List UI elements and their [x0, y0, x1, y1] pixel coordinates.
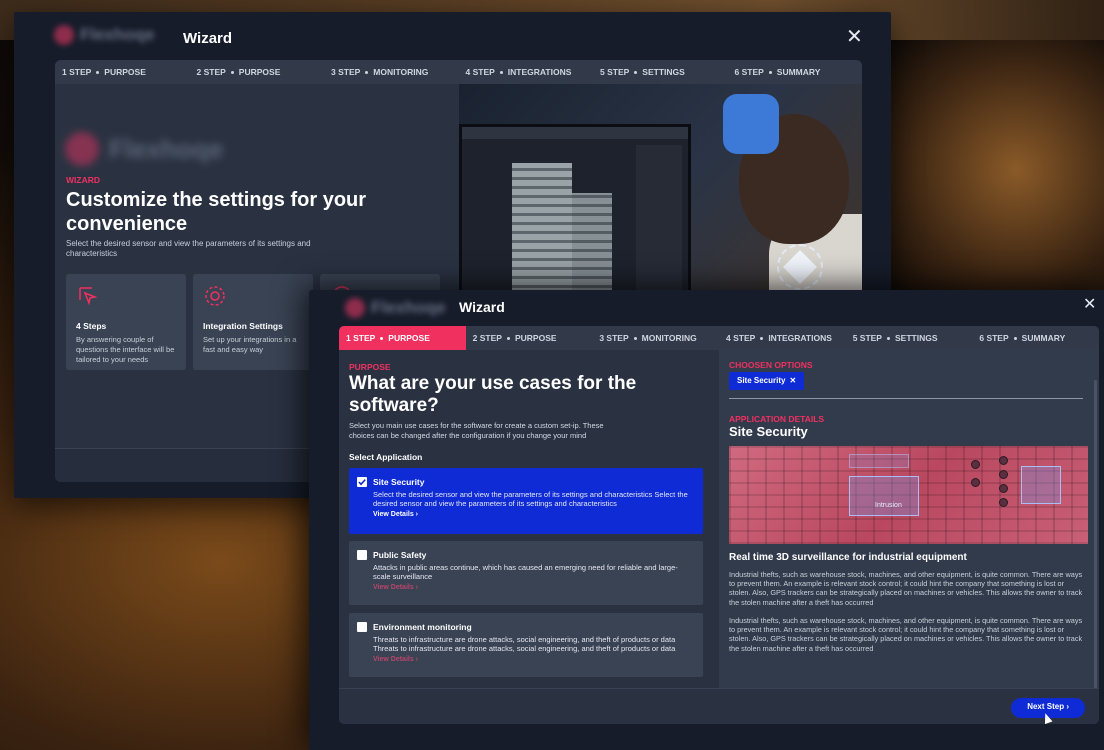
option-description: Attacks in public areas continue, which …	[373, 563, 678, 581]
check-icon	[358, 479, 366, 486]
wizard-window-front: Flexhoqe Wizard ✕ 1 STEP PURPOSE 2 STEP PU…	[309, 290, 1104, 750]
step-tabs: 1 STEP PURPOSE 2 STEP PURPOSE 3 STEP MONITO…	[55, 60, 862, 84]
card-title: 4 Steps	[76, 321, 107, 331]
logo-mark-icon	[345, 298, 365, 318]
card-description: Set up your integrations in a fast and e…	[203, 335, 297, 354]
industrial-site-image: Intrusion	[729, 446, 1088, 544]
tab-step-5[interactable]: 5 STEP SETTINGS	[846, 326, 973, 350]
intrusion-zone	[849, 476, 919, 516]
select-application-label: Select Application	[349, 452, 423, 462]
brand-logo: Flexhoqe	[54, 25, 155, 45]
option-environment-monitoring[interactable]: Environment monitoring Threats to infras…	[349, 613, 703, 677]
option-public-safety[interactable]: Public Safety Attacks in public areas co…	[349, 541, 703, 605]
view-details-link[interactable]: View Details ›	[373, 511, 693, 518]
card-title: Integration Settings	[203, 321, 283, 331]
logo-mark-icon	[65, 132, 99, 166]
headphones-icon	[723, 94, 779, 154]
page-title: What are your use cases for the software…	[349, 373, 637, 416]
option-description: Select the desired sensor and view the p…	[373, 490, 688, 508]
feature-card-steps[interactable]: 4 Steps By answering couple of questions…	[66, 274, 186, 370]
tab-step-4[interactable]: 4 STEP INTEGRATIONS	[719, 326, 846, 350]
zone-highlight	[849, 454, 909, 468]
logo-text: Flexhoqe	[109, 133, 224, 164]
option-site-security[interactable]: Site Security Select the desired sensor …	[349, 468, 703, 534]
option-title: Site Security	[373, 477, 425, 487]
section-eyebrow: WIZARD	[66, 175, 100, 185]
checkbox[interactable]	[357, 550, 367, 560]
chip-label: Site Security	[737, 376, 786, 385]
cursor-click-icon	[79, 287, 98, 306]
monitor-image	[459, 124, 691, 304]
checkbox-checked[interactable]	[357, 477, 367, 487]
details-panel: CHOOSEN OPTIONS Site Security ✕ APPLICATI…	[719, 350, 1099, 700]
chosen-option-chip[interactable]: Site Security ✕	[729, 372, 805, 390]
feature-title: Real time 3D surveillance for industrial…	[729, 552, 967, 563]
tab-step-6[interactable]: 6 STEP SUMMARY	[972, 326, 1099, 350]
logo-text: Flexhoqe	[80, 25, 155, 44]
page-subtitle: Select the desired sensor and view the p…	[66, 239, 311, 258]
tab-step-1[interactable]: 1 STEP PURPOSE	[339, 326, 466, 350]
details-paragraph: Industrial thefts, such as warehouse sto…	[729, 616, 1083, 653]
tab-step-2[interactable]: 2 STEP PURPOSE	[466, 326, 593, 350]
application-details-label: APPLICATION DETAILS	[729, 414, 825, 424]
card-description: By answering couple of questions the int…	[76, 335, 175, 364]
zone-highlight	[1021, 466, 1061, 504]
background-glow	[884, 40, 1104, 300]
logo-mark-icon	[54, 25, 74, 45]
remove-icon[interactable]: ✕	[789, 376, 796, 385]
option-title: Environment monitoring	[373, 622, 472, 632]
option-title: Public Safety	[373, 550, 427, 560]
window-title: Wizard	[459, 299, 505, 315]
gear-icon	[205, 286, 225, 306]
step-tabs: 1 STEP PURPOSE 2 STEP PURPOSE 3 STEP MONITO…	[339, 326, 1099, 350]
tab-step-3[interactable]: 3 STEP MONITORING	[324, 60, 459, 84]
use-case-panel: PURPOSE What are your use cases for the …	[339, 350, 719, 724]
wizard-body: 1 STEP PURPOSE 2 STEP PURPOSE 3 STEP MONITO…	[339, 326, 1099, 724]
checkbox[interactable]	[357, 622, 367, 632]
scrollbar[interactable]	[1094, 380, 1097, 700]
divider	[729, 398, 1083, 399]
window-title: Wizard	[183, 30, 233, 47]
section-eyebrow: PURPOSE	[349, 362, 391, 372]
logo-text: Flexhoqe	[371, 298, 446, 317]
tab-step-5[interactable]: 5 STEP SETTINGS	[593, 60, 728, 84]
brand-logo: Flexhoqe	[345, 298, 446, 318]
brand-logo-large: Flexhoqe	[65, 132, 223, 166]
option-description: Threats to infrastructure are drone atta…	[373, 635, 676, 653]
tab-step-4[interactable]: 4 STEP INTEGRATIONS	[459, 60, 594, 84]
tab-step-3[interactable]: 3 STEP MONITORING	[592, 326, 719, 350]
wizard-footer: Next Step ›	[339, 688, 1099, 724]
window-header: Flexhoqe Wizard ✕	[14, 12, 891, 58]
intrusion-label: Intrusion	[875, 502, 902, 509]
chosen-options-label: CHOOSEN OPTIONS	[729, 360, 813, 370]
page-subtitle: Select you main use cases for the softwa…	[349, 421, 604, 440]
view-details-link[interactable]: View Details ›	[373, 656, 693, 663]
feature-card-integrations[interactable]: Integration Settings Set up your integra…	[193, 274, 313, 370]
close-icon[interactable]: ✕	[846, 27, 863, 47]
view-details-link[interactable]: View Details ›	[373, 584, 693, 591]
page-title: Customize the settings for your convenie…	[66, 189, 367, 235]
tab-step-1[interactable]: 1 STEP PURPOSE	[55, 60, 190, 84]
tab-step-6[interactable]: 6 STEP SUMMARY	[728, 60, 863, 84]
tab-step-2[interactable]: 2 STEP PURPOSE	[190, 60, 325, 84]
details-title: Site Security	[729, 424, 808, 439]
close-icon[interactable]: ✕	[1083, 297, 1096, 313]
details-paragraph: Industrial thefts, such as warehouse sto…	[729, 570, 1083, 607]
